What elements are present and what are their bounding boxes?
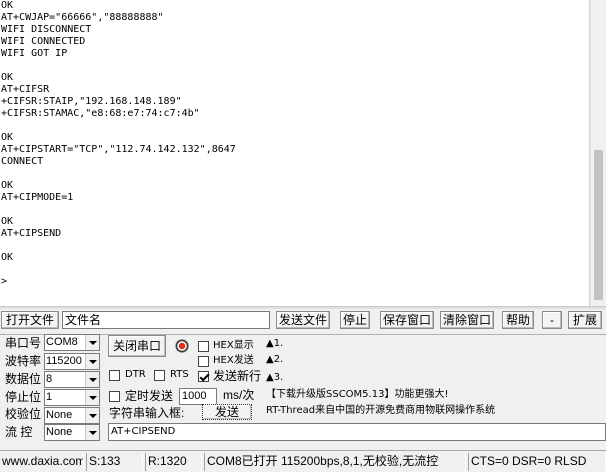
send-input[interactable]: AT+CIPSEND [108,423,606,441]
receive-line: OK [1,72,14,83]
flow-label: 流 控 [5,425,33,439]
preset-2[interactable]: ▲2. [266,353,283,367]
sscom-window: OK AT+CWJAP="66666","88888888" WIFI DISCON… [0,0,606,472]
input-label: 字符串输入框: [109,406,185,420]
send-button[interactable]: 发送 [202,404,252,420]
baud-label: 波特率 [5,354,42,368]
stopbits-value: 1 [46,391,53,403]
receive-line: +CIFSR:STAIP,"192.168.148.189" [1,96,182,107]
chevron-down-icon [85,408,99,423]
receive-line: CONNECT [1,156,44,167]
port-status-text: COM8已打开 115200bps,8,1,无校验,无流控 [204,453,466,471]
clear-window-button[interactable]: 清除窗口 [440,311,494,329]
filename-input[interactable]: 文件名 [62,311,270,329]
databits-value: 8 [46,373,53,385]
chevron-down-icon [85,425,99,440]
receive-text-area[interactable]: OK AT+CWJAP="66666","88888888" WIFI DISCON… [0,0,590,306]
port-value: COM8 [46,336,78,348]
splitter[interactable] [0,306,606,309]
receive-line: OK [1,252,14,263]
modem-lines-status: CTS=0 DSR=0 RLSD [468,453,606,471]
chevron-down-icon [85,390,99,405]
receive-line: AT+CIFSR [1,84,50,95]
received-count: R:1320 [145,453,202,471]
receive-line: AT+CIPSTART="TCP","112.74.142.132",8647 [1,144,236,155]
receive-line [1,168,589,180]
open-file-button[interactable]: 打开文件 [1,311,59,329]
chevron-down-icon [85,335,99,350]
receive-line: OK [1,0,14,11]
receive-line: WIFI GOT IP [1,48,68,59]
receive-line: AT+CIPSEND [1,228,62,239]
preset-1[interactable]: ▲1. [266,337,283,351]
stop-button[interactable]: 停止 [340,311,370,329]
parity-label: 校验位 [5,407,42,421]
parity-select[interactable]: None [44,407,100,424]
ad-link-sscom[interactable]: 【下载升级版SSCOM5.13】功能更强大! [266,388,448,402]
flow-select[interactable]: None [44,424,100,441]
baud-select[interactable]: 115200 [44,353,100,370]
receive-line: AT+CIPMODE=1 [1,192,74,203]
ad-link-rtthread[interactable]: RT-Thread来自中国的开源免费商用物联网操作系统 [266,404,495,418]
dtr-label: DTR [125,369,146,380]
preset-3[interactable]: ▲3. [266,371,283,385]
stopbits-select[interactable]: 1 [44,389,100,406]
hex-send-label: HEX发送 [213,355,254,366]
databits-select[interactable]: 8 [44,371,100,388]
stopbits-label: 停止位 [5,390,42,404]
send-newline-checkbox[interactable] [198,371,209,382]
receive-line [1,60,589,72]
save-window-button[interactable]: 保存窗口 [380,311,434,329]
databits-label: 数据位 [5,372,42,386]
receive-line [1,240,589,252]
receive-line [1,264,589,276]
receive-line: OK [1,216,14,227]
chevron-down-icon [85,372,99,387]
hex-send-checkbox[interactable] [198,356,209,367]
receive-line: > [1,276,8,287]
baud-value: 115200 [46,355,82,367]
receive-line: OK [1,180,14,191]
receive-line [1,204,589,216]
receive-line: WIFI CONNECTED [1,36,86,47]
port-status-led-icon [175,339,189,353]
scrollbar-thumb[interactable] [594,150,603,300]
send-file-button[interactable]: 发送文件 [276,311,330,329]
website-link[interactable]: www.daxia.com [0,453,84,471]
hex-display-label: HEX显示 [213,340,254,351]
receive-line: +CIFSR:STAMAC,"e8:68:e7:74:c7:4b" [1,108,200,119]
port-label: 串口号 [5,336,42,350]
expand-button[interactable]: 扩展 [568,311,602,329]
timed-send-label: 定时发送 [125,389,174,403]
receive-line: AT+CWJAP="66666","88888888" [1,12,164,23]
receive-line: WIFI DISCONNECT [1,24,92,35]
rts-checkbox[interactable] [154,370,165,381]
interval-input[interactable]: 1000 [179,388,217,405]
send-newline-label: 发送新行 [213,369,262,383]
timed-send-checkbox[interactable] [109,391,120,402]
hex-display-checkbox[interactable] [198,341,209,352]
interval-unit-label: ms/次 [223,388,255,402]
receive-scrollbar[interactable] [590,0,606,306]
collapse-button[interactable]: - [542,311,562,329]
status-bar: www.daxia.com S:133 R:1320 COM8已打开 11520… [0,450,606,472]
help-button[interactable]: 帮助 [502,311,534,329]
close-port-button[interactable]: 关闭串口 [108,335,166,357]
parity-value: None [46,409,73,421]
rts-label: RTS [170,369,189,380]
receive-line [1,120,589,132]
sent-count: S:133 [86,453,143,471]
dtr-checkbox[interactable] [109,370,120,381]
flow-value: None [46,426,73,438]
port-select[interactable]: COM8 [44,334,100,351]
receive-line: OK [1,132,14,143]
chevron-down-icon [85,354,99,369]
